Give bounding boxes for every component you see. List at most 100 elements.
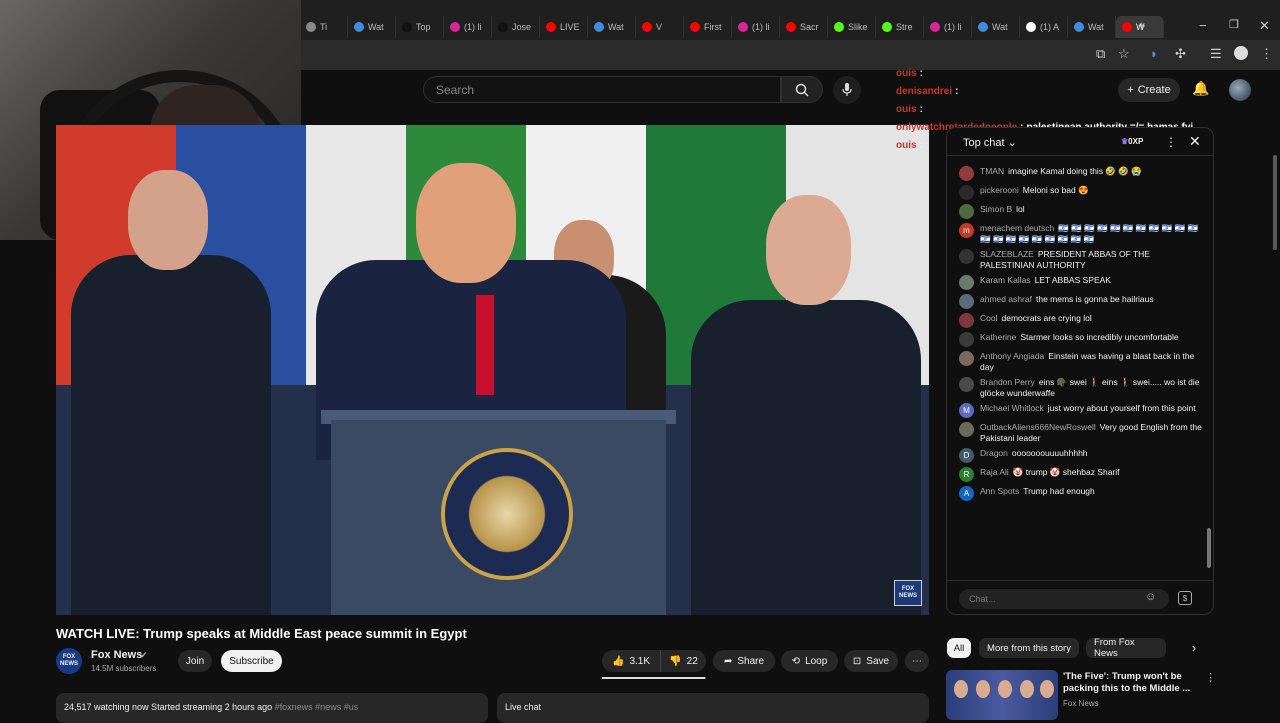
browser-menu-icon[interactable]: ⋮ — [1260, 46, 1273, 62]
chat-message[interactable]: Katherine Starmer looks so incredibly unc… — [959, 332, 1205, 347]
browser-tab[interactable]: Top — [396, 16, 444, 38]
channel-avatar[interactable]: FOX NEWS — [56, 648, 82, 674]
browser-tab[interactable]: Slike — [828, 16, 876, 38]
browser-tab[interactable]: (1) li — [924, 16, 972, 38]
chat-author-avatar[interactable] — [959, 204, 974, 219]
new-tab-button[interactable]: + — [1138, 18, 1146, 33]
chat-author-name[interactable]: Brandon Perry — [980, 377, 1035, 387]
chat-scrollbar[interactable] — [1207, 528, 1211, 568]
chat-points-badge[interactable]: ♛0XP — [1121, 137, 1143, 146]
chat-author-name[interactable]: pickerooni — [980, 185, 1019, 195]
chat-mode-dropdown[interactable]: Top chat ⌄ — [963, 136, 1017, 149]
chat-author-avatar[interactable]: D — [959, 448, 974, 463]
profile-icon[interactable] — [1234, 46, 1248, 60]
browser-tab[interactable]: V — [636, 16, 684, 38]
browser-tab[interactable]: (1) li — [732, 16, 780, 38]
chat-message[interactable]: D Dragon ooooooouuuuhhhhh — [959, 448, 1205, 463]
browser-tab[interactable]: LIVE — [540, 16, 588, 38]
browser-tab[interactable]: Jose — [492, 16, 540, 38]
search-input[interactable]: Search — [423, 76, 781, 103]
chat-author-name[interactable]: Karam Kallas — [980, 275, 1031, 285]
share-button[interactable]: ➦ Share — [713, 650, 775, 672]
chat-author-name[interactable]: Simon B — [980, 204, 1012, 214]
chat-message[interactable]: Simon B lol — [959, 204, 1205, 219]
browser-tab[interactable]: First — [684, 16, 732, 38]
emoji-icon[interactable]: ☺ — [1145, 591, 1156, 603]
minimize-button[interactable]: − — [1199, 18, 1207, 33]
chat-author-name[interactable]: menachem deutsch — [980, 223, 1054, 233]
chat-message[interactable]: SLAZEBLAZE PRESIDENT ABBAS OF THE PALESTI… — [959, 249, 1205, 271]
chat-author-avatar[interactable]: M — [959, 403, 974, 418]
chat-author-avatar[interactable] — [959, 377, 974, 392]
chevron-right-icon[interactable]: › — [1192, 641, 1196, 655]
chat-message[interactable]: m menachem deutsch 🇮🇱 🇮🇱 🇮🇱 🇮🇱 🇮🇱 🇮🇱 🇮🇱 🇮🇱… — [959, 223, 1205, 245]
browser-tab[interactable]: Stre — [876, 16, 924, 38]
recommended-video-title[interactable]: 'The Five': Trump won't be packing this … — [1063, 671, 1193, 695]
hashtags[interactable]: #foxnews #news #us — [275, 702, 359, 712]
chat-message[interactable]: TMAN imagine Kamal doing this 🤣 🤣 😭 — [959, 166, 1205, 181]
browser-tab[interactable]: Wat — [588, 16, 636, 38]
browser-tab[interactable]: (1) li — [444, 16, 492, 38]
recommended-video-channel[interactable]: Fox News — [1063, 699, 1099, 708]
chat-author-avatar[interactable] — [959, 313, 974, 328]
browser-tab[interactable]: (1) A — [1020, 16, 1068, 38]
chat-author-avatar[interactable] — [959, 185, 974, 200]
chat-author-name[interactable]: TMAN — [980, 166, 1004, 176]
chat-author-name[interactable]: SLAZEBLAZE — [980, 249, 1034, 259]
chat-message[interactable]: Cool democrats are crying lol — [959, 313, 1205, 328]
channel-name[interactable]: Fox News — [91, 649, 142, 661]
chat-author-avatar[interactable] — [959, 422, 974, 437]
install-app-icon[interactable]: ⧉ — [1096, 46, 1105, 62]
chat-author-name[interactable]: OutbackAliens666NewRoswell — [980, 422, 1096, 432]
chat-message[interactable]: Karam Kallas LET ABBAS SPEAK — [959, 275, 1205, 290]
chat-more-icon[interactable]: ⋮ — [1165, 135, 1177, 149]
chat-author-name[interactable]: ahmed ashraf — [980, 294, 1032, 304]
chip-from-fox-news[interactable]: From Fox News — [1086, 637, 1166, 659]
chat-author-name[interactable]: Cool — [980, 313, 997, 323]
chat-author-avatar[interactable]: A — [959, 486, 974, 501]
browser-tab[interactable]: Sacr — [780, 16, 828, 38]
extensions-puzzle-icon[interactable]: ✣ — [1175, 46, 1186, 62]
chat-message[interactable]: OutbackAliens666NewRoswell Very good Engl… — [959, 422, 1205, 444]
browser-tab[interactable]: Wat — [348, 16, 396, 38]
chip-more-from-story[interactable]: More from this story — [979, 638, 1079, 658]
chat-author-name[interactable]: Ann Spots — [980, 486, 1019, 496]
chat-author-name[interactable]: Dragon — [980, 448, 1008, 458]
browser-tab[interactable]: Wat — [1068, 16, 1116, 38]
chat-author-name[interactable]: Anthony Angiada — [980, 351, 1044, 361]
chat-message[interactable]: R Raja Ali 🤡 trump 🤡 shehbaz Sharif — [959, 467, 1205, 482]
chat-author-avatar[interactable] — [959, 351, 974, 366]
join-button[interactable]: Join — [178, 650, 212, 672]
search-button[interactable] — [781, 76, 823, 103]
chat-message[interactable]: Brandon Perry eins 🪖 swei 🚶 eins 🚶 swei..… — [959, 377, 1205, 399]
chat-message[interactable]: Anthony Angiada Einstein was having a bla… — [959, 351, 1205, 373]
restore-button[interactable]: ❐ — [1229, 18, 1239, 31]
tab-search-icon[interactable]: ☰ — [1210, 46, 1222, 62]
chat-author-name[interactable]: Michael Whitlock — [980, 403, 1044, 413]
browser-tab[interactable]: Ti — [300, 16, 348, 38]
recommended-more-icon[interactable]: ⋮ — [1205, 671, 1216, 684]
chat-message[interactable]: pickerooni Meloni so bad 😍 — [959, 185, 1205, 200]
description-box[interactable]: 24,517 watching now Started streaming 2 … — [56, 693, 488, 723]
chat-message[interactable]: A Ann Spots Trump had enough — [959, 486, 1205, 501]
chat-author-avatar[interactable] — [959, 332, 974, 347]
chat-author-avatar[interactable] — [959, 249, 974, 264]
chat-author-name[interactable]: Raja Ali — [980, 467, 1009, 477]
super-chat-icon[interactable]: $ — [1178, 591, 1192, 605]
chat-message[interactable]: M Michael Whitlock just worry about yourse… — [959, 403, 1205, 418]
window-close-button[interactable]: ✕ — [1259, 18, 1270, 34]
save-button[interactable]: ⊡ Save — [844, 650, 898, 672]
chat-author-avatar[interactable] — [959, 275, 974, 290]
subscribe-button[interactable]: Subscribe — [221, 650, 282, 672]
chip-all[interactable]: All — [947, 638, 971, 658]
voice-search-button[interactable] — [833, 76, 861, 104]
chat-author-avatar[interactable] — [959, 294, 974, 309]
chat-author-avatar[interactable]: m — [959, 223, 974, 238]
chat-input[interactable] — [959, 589, 1169, 609]
dislike-button[interactable]: 👎 22 — [660, 650, 706, 672]
page-scrollbar[interactable] — [1273, 155, 1277, 250]
more-actions-button[interactable]: ⋯ — [905, 650, 929, 672]
video-player[interactable]: FOX NEWS — [56, 125, 929, 615]
loop-button[interactable]: ⟲ Loop — [781, 650, 838, 672]
live-chat-replay-box[interactable]: Live chat — [497, 693, 929, 723]
